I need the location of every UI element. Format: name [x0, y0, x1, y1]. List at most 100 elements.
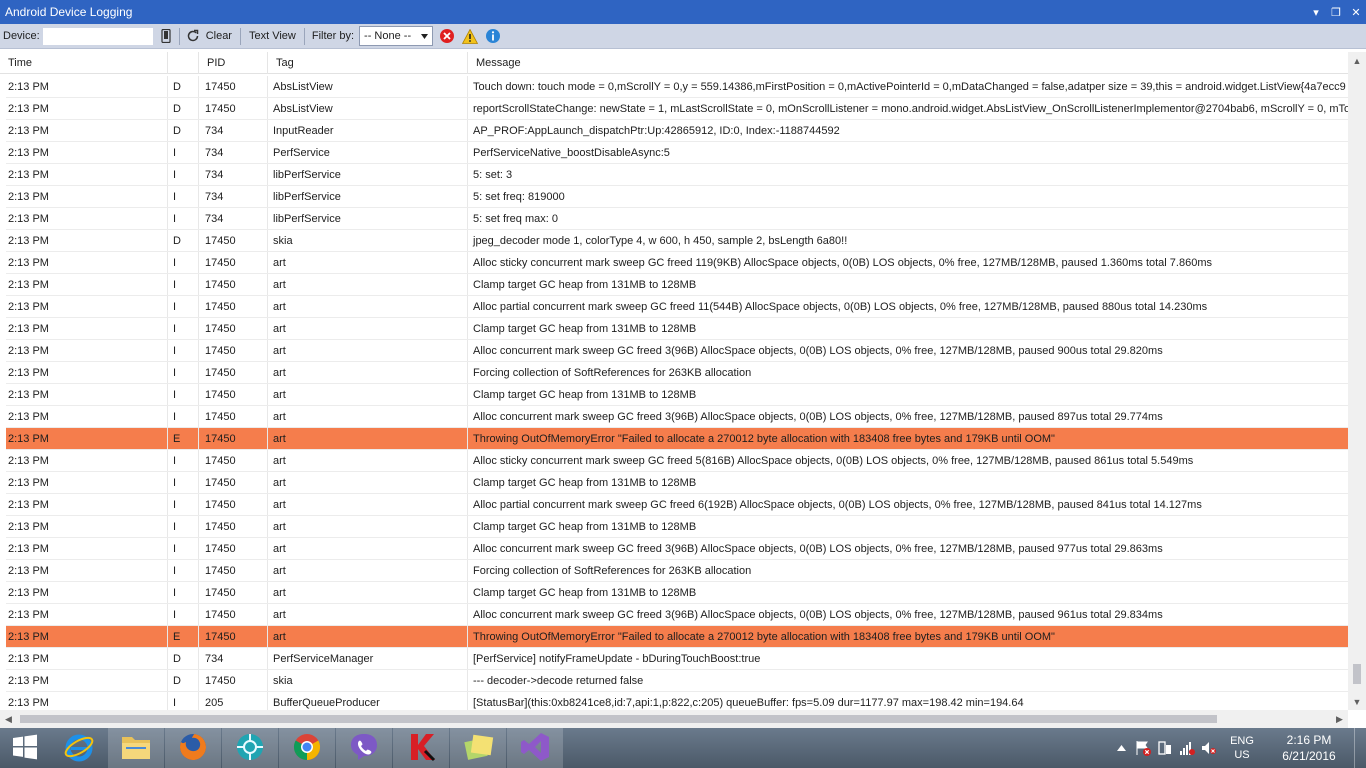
- scroll-down-icon[interactable]: ▼: [1348, 693, 1366, 710]
- log-row[interactable]: 2:13 PM I 734 libPerfService 5: set freq max…: [6, 208, 1348, 230]
- log-row[interactable]: 2:13 PM I 17450 art Clamp target GC heap fro…: [6, 274, 1348, 296]
- column-header-time[interactable]: Time: [0, 52, 168, 74]
- taskbar-ie[interactable]: [51, 728, 107, 768]
- dropdown-arrow-icon[interactable]: ▾: [1306, 0, 1326, 24]
- log-message: Clamp target GC heap from 131MB to 128MB: [473, 477, 697, 489]
- log-row[interactable]: 2:13 PM D 734 InputReader AP_PROF:AppLaunch_…: [6, 120, 1348, 142]
- log-time: 2:13 PM: [6, 670, 168, 691]
- log-row[interactable]: 2:13 PM I 17450 art Forcing collection of So…: [6, 362, 1348, 384]
- toolbar-separator: [303, 27, 305, 45]
- chevron-up-icon[interactable]: [1110, 728, 1132, 768]
- log-row[interactable]: 2:13 PM D 17450 AbsListView Touch down: touc…: [6, 76, 1348, 98]
- log-message: AP_PROF:AppLaunch_dispatchPtr:Up:4286591…: [473, 125, 840, 137]
- log-row[interactable]: 2:13 PM D 17450 AbsListView reportScrollStat…: [6, 98, 1348, 120]
- log-row-error[interactable]: 2:13 PM E 17450 art Throwing OutOfMemoryErro…: [6, 626, 1348, 648]
- device-icon[interactable]: [1154, 728, 1176, 768]
- log-row[interactable]: 2:13 PM I 17450 art Clamp target GC heap fro…: [6, 318, 1348, 340]
- clock-time: 2:16 PM: [1286, 733, 1332, 747]
- taskbar-kaspersky[interactable]: [393, 728, 449, 768]
- log-pid: 17450: [199, 450, 268, 471]
- log-row[interactable]: 2:13 PM I 734 libPerfService 5: set freq: 81…: [6, 186, 1348, 208]
- log-row[interactable]: 2:13 PM I 17450 art Alloc sticky concurrent …: [6, 450, 1348, 472]
- log-pid: 17450: [199, 98, 268, 119]
- log-pid: 17450: [199, 472, 268, 493]
- log-message: 5: set freq max: 0: [473, 213, 558, 225]
- log-message: Clamp target GC heap from 131MB to 128MB: [473, 587, 697, 599]
- filter-select[interactable]: -- None --: [359, 26, 434, 46]
- column-header-pid[interactable]: PID: [199, 52, 268, 74]
- warning-filter-icon[interactable]: [461, 27, 479, 45]
- horizontal-scroll-thumb[interactable]: [20, 715, 1217, 723]
- log-tag: art: [268, 362, 468, 383]
- vertical-scrollbar[interactable]: ▲ ▼: [1348, 52, 1366, 710]
- log-time: 2:13 PM: [6, 450, 168, 471]
- scroll-left-icon[interactable]: ◀: [0, 710, 17, 728]
- log-row[interactable]: 2:13 PM I 17450 art Alloc concurrent mark sw…: [6, 538, 1348, 560]
- log-row[interactable]: 2:13 PM I 17450 art Alloc partial concurrent…: [6, 296, 1348, 318]
- log-message: Alloc concurrent mark sweep GC freed 3(9…: [473, 609, 1163, 621]
- log-message: Throwing OutOfMemoryError "Failed to all…: [473, 631, 1055, 643]
- log-tag: libPerfService: [268, 208, 468, 229]
- show-desktop-button[interactable]: [1354, 728, 1366, 768]
- log-row[interactable]: 2:13 PM I 17450 art Alloc concurrent mark sw…: [6, 406, 1348, 428]
- info-filter-icon[interactable]: [484, 27, 502, 45]
- taskbar-app-teal[interactable]: [222, 728, 278, 768]
- log-row[interactable]: 2:13 PM I 17450 art Forcing collection of So…: [6, 560, 1348, 582]
- clear-button[interactable]: Clear: [202, 30, 236, 42]
- taskbar-explorer[interactable]: [108, 728, 164, 768]
- log-row-error[interactable]: 2:13 PM E 17450 art Throwing OutOfMemoryErro…: [6, 428, 1348, 450]
- log-time: 2:13 PM: [6, 296, 168, 317]
- horizontal-scrollbar[interactable]: ◀ ▶: [0, 710, 1348, 728]
- log-tag: art: [268, 604, 468, 625]
- log-row[interactable]: 2:13 PM D 17450 skia jpeg_decoder mode 1, co…: [6, 230, 1348, 252]
- maximize-icon[interactable]: ❐: [1326, 0, 1346, 24]
- log-row[interactable]: 2:13 PM I 734 libPerfService 5: set: 3: [6, 164, 1348, 186]
- log-row[interactable]: 2:13 PM I 17450 art Alloc concurrent mark sw…: [6, 340, 1348, 362]
- log-time: 2:13 PM: [6, 472, 168, 493]
- log-row[interactable]: 2:13 PM I 17450 art Alloc sticky concurrent …: [6, 252, 1348, 274]
- action-center-flag-icon[interactable]: [1132, 728, 1154, 768]
- phone-icon[interactable]: [157, 27, 175, 45]
- input-language[interactable]: ENG US: [1220, 734, 1264, 762]
- log-pid: 734: [199, 208, 268, 229]
- chevron-down-icon: [421, 30, 429, 42]
- refresh-icon[interactable]: [184, 27, 202, 45]
- log-pid: 17450: [199, 560, 268, 581]
- log-row[interactable]: 2:13 PM I 17450 art Clamp target GC heap fro…: [6, 472, 1348, 494]
- close-icon[interactable]: ✕: [1346, 0, 1366, 24]
- taskbar-firefox[interactable]: [165, 728, 221, 768]
- log-message: Touch down: touch mode = 0,mScrollY = 0,…: [473, 81, 1346, 93]
- log-message: Forcing collection of SoftReferences for…: [473, 367, 752, 379]
- network-signal-icon[interactable]: [1176, 728, 1198, 768]
- start-button[interactable]: [0, 728, 50, 768]
- log-row[interactable]: 2:13 PM D 17450 skia --- decoder->decode ret…: [6, 670, 1348, 692]
- log-row[interactable]: 2:13 PM I 17450 art Alloc partial concurrent…: [6, 494, 1348, 516]
- taskbar-sticky-notes[interactable]: [450, 728, 506, 768]
- device-field[interactable]: [42, 27, 153, 45]
- volume-muted-icon[interactable]: [1198, 728, 1220, 768]
- log-row[interactable]: 2:13 PM D 734 PerfServiceManager [PerfServic…: [6, 648, 1348, 670]
- taskbar-visual-studio[interactable]: [507, 728, 563, 768]
- log-message: jpeg_decoder mode 1, colorType 4, w 600,…: [473, 235, 848, 247]
- column-header-tag[interactable]: Tag: [268, 52, 468, 74]
- log-message: Clamp target GC heap from 131MB to 128MB: [473, 389, 697, 401]
- clock[interactable]: 2:16 PM 6/21/2016: [1264, 732, 1354, 764]
- log-row[interactable]: 2:13 PM I 17450 art Clamp target GC heap fro…: [6, 516, 1348, 538]
- log-row[interactable]: 2:13 PM I 17450 art Clamp target GC heap fro…: [6, 582, 1348, 604]
- column-header-level[interactable]: [168, 52, 199, 74]
- vertical-scroll-thumb[interactable]: [1353, 664, 1361, 684]
- window-controls: ▾ ❐ ✕: [1306, 0, 1366, 24]
- log-row[interactable]: 2:13 PM I 17450 art Clamp target GC heap fro…: [6, 384, 1348, 406]
- text-view-button[interactable]: Text View: [245, 30, 300, 42]
- column-header-message[interactable]: Message: [468, 52, 1348, 74]
- log-row[interactable]: 2:13 PM I 734 PerfService PerfServiceNative_…: [6, 142, 1348, 164]
- scroll-up-icon[interactable]: ▲: [1348, 52, 1366, 69]
- taskbar-chrome[interactable]: [279, 728, 335, 768]
- log-row[interactable]: 2:13 PM I 17450 art Alloc concurrent mark sw…: [6, 604, 1348, 626]
- log-tag: art: [268, 626, 468, 647]
- error-filter-icon[interactable]: [438, 27, 456, 45]
- taskbar-viber[interactable]: [336, 728, 392, 768]
- scroll-right-icon[interactable]: ▶: [1331, 710, 1348, 728]
- log-row[interactable]: 2:13 PM I 205 BufferQueueProducer [StatusBar…: [6, 692, 1348, 710]
- log-message: 5: set: 3: [473, 169, 513, 181]
